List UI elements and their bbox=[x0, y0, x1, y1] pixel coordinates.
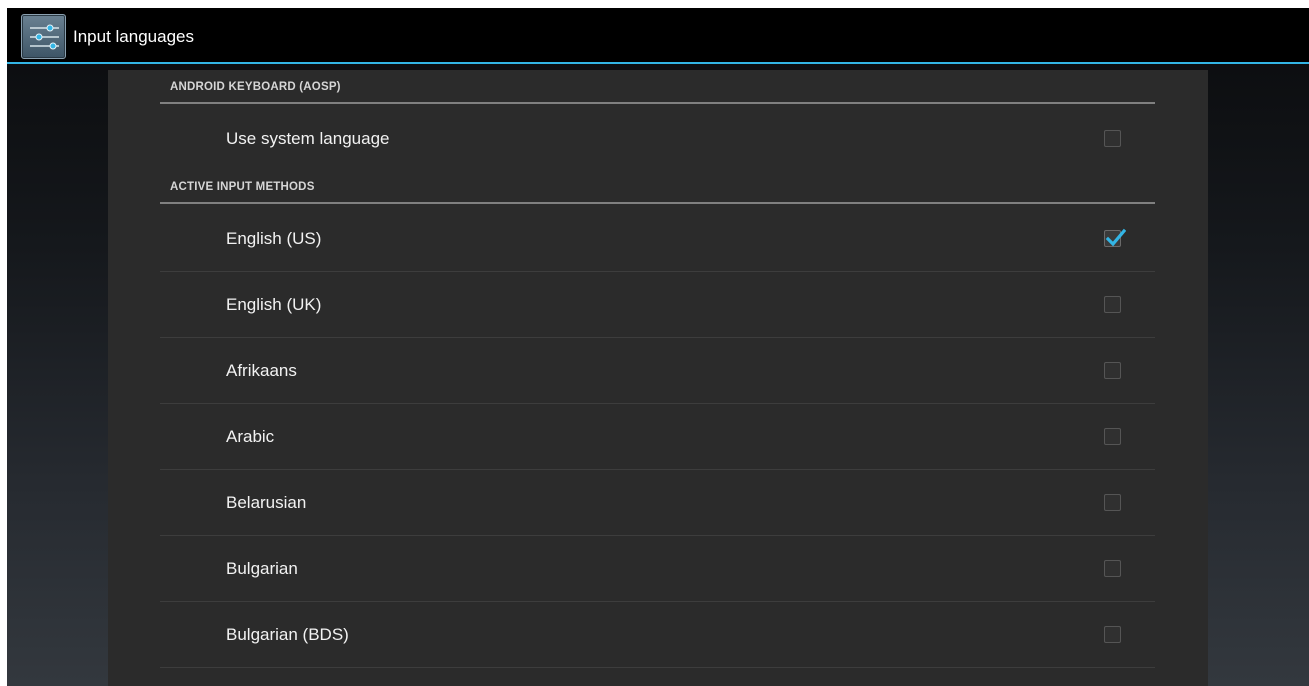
pref-row-bulgarian-bds[interactable]: Bulgarian (BDS) bbox=[160, 602, 1155, 668]
checkbox-arabic[interactable] bbox=[1104, 427, 1121, 445]
checkbox-english-us[interactable] bbox=[1104, 228, 1126, 247]
checkbox-bulgarian[interactable] bbox=[1104, 559, 1121, 577]
checkbox-use-system-language[interactable] bbox=[1104, 130, 1121, 147]
pref-label: Belarusian bbox=[226, 492, 307, 512]
pref-row-english-us[interactable]: English (US) bbox=[160, 206, 1155, 272]
checkbox-english-uk[interactable] bbox=[1104, 295, 1121, 313]
check-mark-icon bbox=[1105, 228, 1126, 246]
checkbox-belarusian[interactable] bbox=[1104, 493, 1121, 511]
pref-row-use-system-language[interactable]: Use system language bbox=[160, 106, 1155, 172]
pref-row-bulgarian[interactable]: Bulgarian bbox=[160, 536, 1155, 602]
section-header-label: ANDROID KEYBOARD (AOSP) bbox=[170, 81, 341, 93]
section-header-active-input-methods: ACTIVE INPUT METHODS bbox=[160, 170, 1155, 204]
pref-row-belarusian[interactable]: Belarusian bbox=[160, 470, 1155, 536]
pref-label: Afrikaans bbox=[226, 360, 297, 380]
pref-label: English (US) bbox=[226, 228, 322, 248]
pref-label: English (UK) bbox=[226, 294, 322, 314]
checkbox-bulgarian-bds[interactable] bbox=[1104, 625, 1121, 643]
pref-label: Bulgarian bbox=[226, 558, 298, 578]
section-header-label: ACTIVE INPUT METHODS bbox=[170, 181, 315, 193]
action-bar: Input languages bbox=[7, 8, 1309, 64]
pref-label: Arabic bbox=[226, 426, 275, 446]
preferences-panel: ANDROID KEYBOARD (AOSP) Use system langu… bbox=[108, 70, 1208, 686]
android-screen: Input languages ANDROID KEYBOARD (AOSP) … bbox=[7, 8, 1309, 686]
pref-label: Bulgarian (BDS) bbox=[226, 624, 349, 644]
pref-row-afrikaans[interactable]: Afrikaans bbox=[160, 338, 1155, 404]
page-title: Input languages bbox=[73, 27, 194, 46]
pref-row-english-uk[interactable]: English (UK) bbox=[160, 272, 1155, 338]
pref-label: Use system language bbox=[226, 129, 390, 148]
settings-sliders-icon[interactable] bbox=[21, 14, 66, 59]
checkbox-afrikaans[interactable] bbox=[1104, 361, 1121, 379]
section-header-android-keyboard: ANDROID KEYBOARD (AOSP) bbox=[160, 70, 1155, 104]
pref-row-arabic[interactable]: Arabic bbox=[160, 404, 1155, 470]
